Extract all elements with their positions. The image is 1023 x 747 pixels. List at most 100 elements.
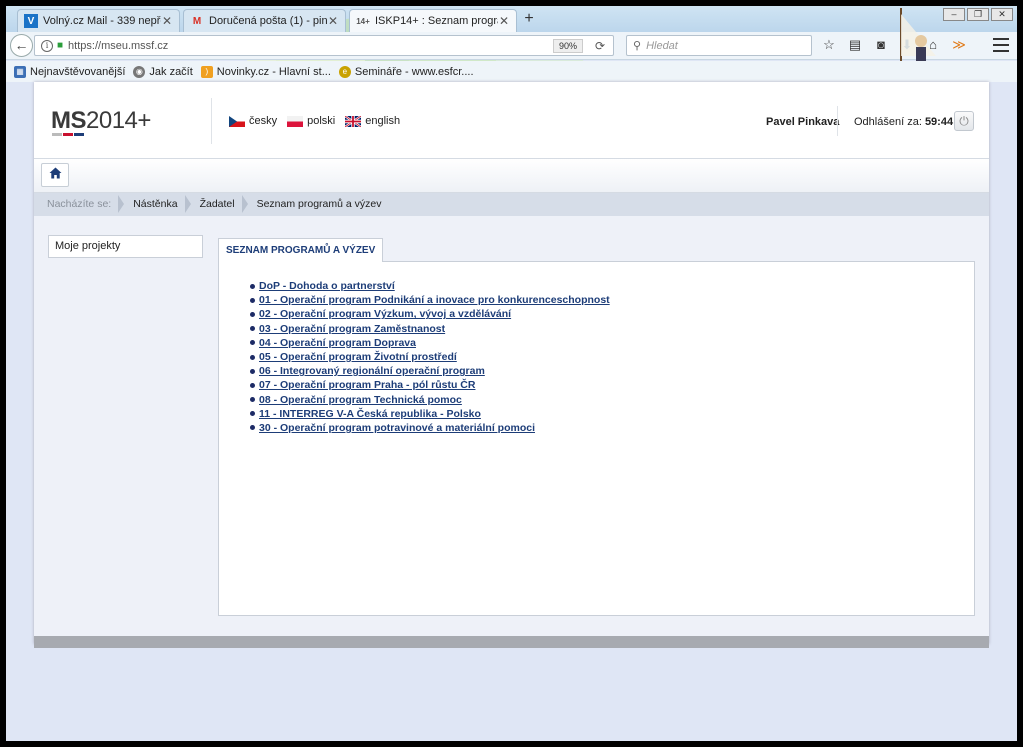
program-link-03[interactable]: 03 - Operační program Zaměstnanost	[259, 322, 445, 336]
pocket-icon[interactable]: ◙	[873, 37, 889, 53]
lang-polish[interactable]: polski	[287, 115, 335, 127]
zoom-indicator[interactable]: 90%	[552, 38, 583, 53]
tab-strip: V Volný.cz Mail - 339 nepřečt... ✕ M Dor…	[6, 6, 1017, 86]
addon-icon[interactable]: ≫	[951, 37, 967, 53]
page-toolbar	[34, 159, 989, 193]
back-button[interactable]: ←	[10, 34, 33, 57]
language-switcher: česky polski english	[229, 115, 400, 127]
page-footer	[34, 636, 989, 648]
search-input[interactable]: ⚲ Hledat	[626, 35, 812, 56]
list-item: 03 - Operační program Zaměstnanost	[250, 322, 610, 336]
tab-title: Doručená pošta (1) - pinka...	[209, 15, 327, 27]
bookmark-most-visited[interactable]: ▦ Nejnavštěvovanější	[14, 65, 126, 78]
volny-favicon-icon: V	[24, 14, 38, 28]
search-placeholder: Hledat	[646, 39, 678, 52]
web-page: MS2014+ česky polski english Pavel Pinka…	[34, 82, 989, 648]
iskp-favicon-icon: 14+	[356, 16, 370, 26]
program-link-dop[interactable]: DoP - Dohoda o partnerství	[259, 279, 395, 293]
program-list: DoP - Dohoda o partnerství 01 - Operační…	[250, 279, 610, 435]
url-bar[interactable]: i ■ https://mseu.mssf.cz 90% ⟳	[34, 35, 614, 56]
lang-english[interactable]: english	[345, 115, 400, 127]
program-link-04[interactable]: 04 - Operační program Doprava	[259, 336, 416, 350]
czech-flag-icon	[229, 115, 245, 127]
lang-czech[interactable]: česky	[229, 115, 277, 127]
sidebar-item-moje-projekty[interactable]: Moje projekty	[48, 235, 203, 258]
list-item: DoP - Dohoda o partnerství	[250, 279, 610, 293]
esf-icon: e	[338, 65, 351, 78]
program-link-30[interactable]: 30 - Operační program potravinové a mate…	[259, 421, 535, 435]
close-tab-icon[interactable]: ✕	[161, 14, 173, 28]
bookmark-label: Jak začít	[149, 65, 193, 78]
tab-title: Volný.cz Mail - 339 nepřečt...	[43, 15, 161, 27]
logo-color-bar	[52, 133, 84, 136]
url-text[interactable]: https://mseu.mssf.cz	[68, 40, 553, 52]
search-icon: ⚲	[633, 40, 642, 52]
ms2014-logo[interactable]: MS2014+	[51, 107, 151, 135]
program-link-07[interactable]: 07 - Operační program Praha - pól růstu …	[259, 378, 475, 392]
bookmark-star-icon[interactable]: ☆	[821, 37, 837, 53]
list-item: 05 - Operační program Životní prostředí	[250, 350, 610, 364]
bookmark-label: Nejnavštěvovanější	[30, 65, 126, 78]
breadcrumb-item-nastenka[interactable]: Nástěnka	[121, 193, 191, 216]
window-controls: – ❐ ✕	[943, 8, 1013, 21]
list-item: 30 - Operační program potravinové a mate…	[250, 421, 610, 435]
tab-iskp14[interactable]: 14+ ISKP14+ : Seznam program... ✕	[349, 9, 517, 32]
breadcrumb-item-current: Seznam programů a výzev	[256, 198, 382, 210]
rss-icon: )	[200, 65, 213, 78]
bookmark-novinky[interactable]: ) Novinky.cz - Hlavní st...	[200, 65, 331, 78]
site-header: MS2014+ česky polski english Pavel Pinka…	[34, 82, 989, 159]
list-item: 01 - Operační program Podnikání a inovac…	[250, 293, 610, 307]
program-link-02[interactable]: 02 - Operační program Výzkum, vývoj a vz…	[259, 307, 511, 321]
menu-icon[interactable]	[993, 38, 1009, 52]
tab-volny-mail[interactable]: V Volný.cz Mail - 339 nepřečt... ✕	[17, 9, 180, 32]
toolbar-icons: ☆ ▤ ◙ ⬇ ⌂ ≫	[821, 37, 967, 53]
bookmark-label: Semináře - www.esfcr....	[354, 65, 474, 78]
program-link-01[interactable]: 01 - Operační program Podnikání a inovac…	[259, 293, 610, 307]
lang-label: english	[365, 115, 401, 127]
header-divider	[211, 98, 212, 144]
program-list-panel: DoP - Dohoda o partnerství 01 - Operační…	[218, 261, 975, 616]
navigation-bar: ← i ■ https://mseu.mssf.cz 90% ⟳ ⚲ Hleda…	[6, 32, 1017, 60]
bookmark-getting-started[interactable]: ◉ Jak začít	[133, 65, 193, 78]
logout-timer: Odhlášení za: 59:44	[854, 116, 954, 128]
new-tab-button[interactable]: +	[520, 10, 538, 28]
list-item: 02 - Operační program Výzkum, vývoj a vz…	[250, 307, 610, 321]
lock-icon: ■	[57, 40, 64, 51]
bookmarks-bar: ▦ Nejnavštěvovanější ◉ Jak začít ) Novin…	[6, 61, 1017, 82]
lang-label: polski	[307, 115, 336, 127]
tab-gmail[interactable]: M Doručená pošta (1) - pinka... ✕	[183, 9, 346, 32]
list-item: 11 - INTERREG V-A Česká republika - Pols…	[250, 407, 610, 421]
close-tab-icon[interactable]: ✕	[327, 14, 339, 28]
bookmark-label: Novinky.cz - Hlavní st...	[216, 65, 331, 78]
program-link-08[interactable]: 08 - Operační program Technická pomoc	[259, 393, 462, 407]
list-item: 04 - Operační program Doprava	[250, 336, 610, 350]
header-divider	[837, 106, 838, 136]
download-icon[interactable]: ⬇	[899, 37, 915, 53]
bookmark-seminare[interactable]: e Semináře - www.esfcr....	[338, 65, 474, 78]
globe-icon: ◉	[133, 65, 146, 78]
close-window-button[interactable]: ✕	[991, 8, 1013, 21]
tab-title: ISKP14+ : Seznam program...	[375, 15, 498, 27]
browser-window: V Volný.cz Mail - 339 nepřečt... ✕ M Dor…	[6, 6, 1017, 741]
home-button[interactable]	[41, 163, 69, 187]
bookmark-folder-icon: ▦	[14, 65, 26, 78]
breadcrumb-item-zadatel[interactable]: Žadatel	[188, 193, 248, 216]
power-logout-icon[interactable]: ⏻	[954, 111, 974, 131]
minimize-button[interactable]: –	[943, 8, 965, 21]
site-info-icon[interactable]: i	[41, 39, 53, 52]
breadcrumb-label: Nacházíte se:	[34, 193, 125, 216]
gmail-favicon-icon: M	[192, 15, 202, 27]
reading-list-icon[interactable]: ▤	[847, 37, 863, 53]
main-content: Moje projekty SEZNAM PROGRAMŮ A VÝZEV Do…	[34, 216, 989, 636]
home-icon[interactable]: ⌂	[925, 37, 941, 53]
close-tab-icon[interactable]: ✕	[498, 14, 510, 28]
tab-seznam-programu[interactable]: SEZNAM PROGRAMŮ A VÝZEV	[218, 238, 384, 262]
program-link-11[interactable]: 11 - INTERREG V-A Česká republika - Pols…	[259, 407, 481, 421]
reload-icon[interactable]: ⟳	[591, 39, 609, 53]
restore-button[interactable]: ❐	[967, 8, 989, 21]
program-link-05[interactable]: 05 - Operační program Životní prostředí	[259, 350, 457, 364]
program-link-06[interactable]: 06 - Integrovaný regionální operační pro…	[259, 364, 485, 378]
lang-label: česky	[249, 115, 278, 127]
home-icon	[49, 167, 61, 179]
list-item: 07 - Operační program Praha - pól růstu …	[250, 378, 610, 392]
